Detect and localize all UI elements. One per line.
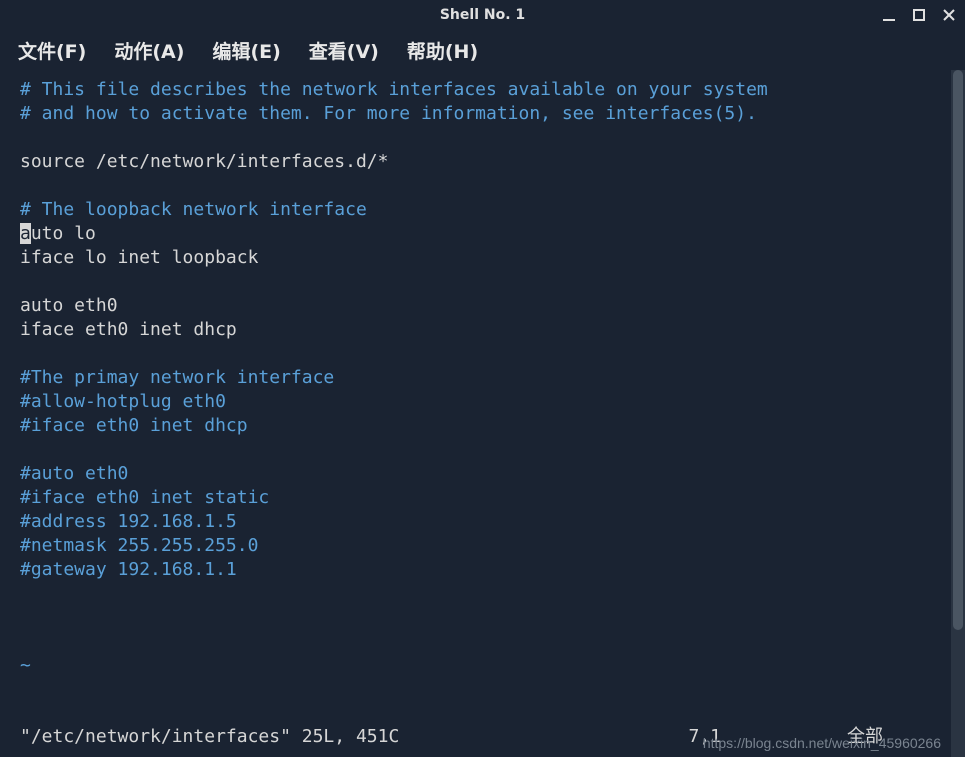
editor-line: #iface eth0 inet dhcp bbox=[20, 414, 931, 438]
editor-line: auto eth0 bbox=[20, 294, 931, 318]
minimize-button[interactable] bbox=[881, 7, 897, 23]
editor-line: #allow-hotplug eth0 bbox=[20, 390, 931, 414]
editor-line: #iface eth0 inet static bbox=[20, 486, 931, 510]
editor-line: #auto eth0 bbox=[20, 462, 931, 486]
close-button[interactable] bbox=[941, 7, 957, 23]
editor-line bbox=[20, 174, 931, 198]
editor-line bbox=[20, 270, 931, 294]
terminal-wrapper: # This file describes the network interf… bbox=[0, 70, 965, 757]
status-file: "/etc/network/interfaces" 25L, 451C bbox=[20, 725, 399, 749]
editor-line: #address 192.168.1.5 bbox=[20, 510, 931, 534]
maximize-icon bbox=[912, 8, 926, 22]
editor-line: source /etc/network/interfaces.d/* bbox=[20, 150, 931, 174]
menubar: 文件(F) 动作(A) 编辑(E) 查看(V) 帮助(H) bbox=[0, 30, 965, 70]
editor-line: iface lo inet loopback bbox=[20, 246, 931, 270]
editor-line bbox=[20, 342, 931, 366]
editor-line: #gateway 192.168.1.1 bbox=[20, 558, 931, 582]
scrollbar-thumb[interactable] bbox=[953, 70, 963, 630]
minimize-icon bbox=[882, 8, 896, 22]
menu-help[interactable]: 帮助(H) bbox=[407, 37, 478, 64]
menu-edit[interactable]: 编辑(E) bbox=[212, 37, 280, 64]
window-controls bbox=[881, 7, 957, 23]
editor-line: iface eth0 inet dhcp bbox=[20, 318, 931, 342]
text-cursor: a bbox=[20, 223, 31, 244]
editor-line: # This file describes the network interf… bbox=[20, 78, 931, 102]
terminal-content[interactable]: # This file describes the network interf… bbox=[0, 70, 951, 757]
menu-view[interactable]: 查看(V) bbox=[309, 37, 379, 64]
editor-line bbox=[20, 606, 931, 630]
tilde-line: ~ bbox=[20, 654, 931, 678]
watermark: https://blog.csdn.net/weixin_45960266 bbox=[703, 735, 941, 751]
editor-line: #netmask 255.255.255.0 bbox=[20, 534, 931, 558]
editor-line bbox=[20, 438, 931, 462]
menu-file[interactable]: 文件(F) bbox=[18, 37, 86, 64]
maximize-button[interactable] bbox=[911, 7, 927, 23]
editor-line bbox=[20, 582, 931, 606]
scrollbar[interactable] bbox=[951, 70, 965, 757]
editor-line bbox=[20, 126, 931, 150]
editor-line: auto lo bbox=[20, 222, 931, 246]
editor-line: #The primay network interface bbox=[20, 366, 931, 390]
window-title: Shell No. 1 bbox=[440, 7, 525, 23]
menu-actions[interactable]: 动作(A) bbox=[114, 37, 184, 64]
editor-line: # and how to activate them. For more inf… bbox=[20, 102, 931, 126]
editor-line bbox=[20, 630, 931, 654]
titlebar: Shell No. 1 bbox=[0, 0, 965, 30]
close-icon bbox=[942, 8, 956, 22]
editor-line: # The loopback network interface bbox=[20, 198, 931, 222]
